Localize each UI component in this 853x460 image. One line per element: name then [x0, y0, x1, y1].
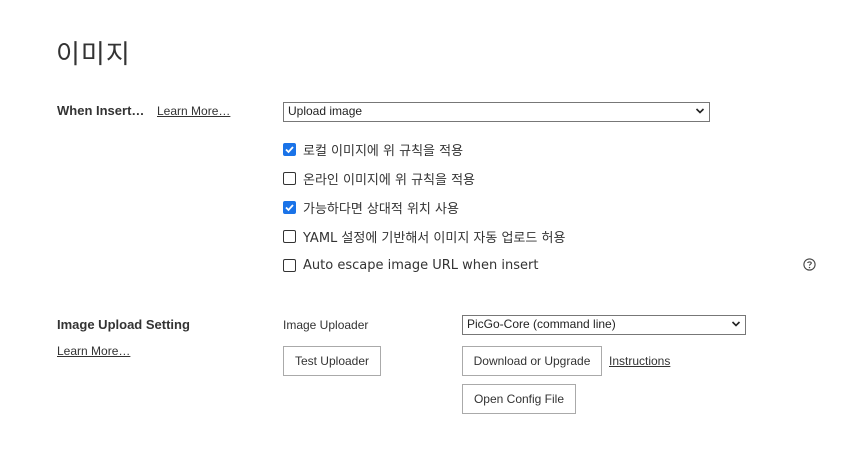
- checkbox-relative-path[interactable]: 가능하다면 상대적 위치 사용: [283, 198, 459, 217]
- check-icon: [285, 203, 294, 211]
- when-insert-select[interactable]: Upload image: [283, 102, 710, 122]
- checkbox-icon[interactable]: [283, 142, 296, 156]
- check-icon: [285, 145, 294, 153]
- download-upgrade-button[interactable]: Download or Upgrade: [462, 346, 602, 376]
- when-insert-label: When Insert…: [57, 103, 145, 118]
- test-uploader-button[interactable]: Test Uploader: [283, 346, 381, 376]
- checkbox-yaml-auto-upload[interactable]: YAML 설정에 기반해서 이미지 자동 업로드 허용: [283, 227, 566, 246]
- chevron-down-icon: [731, 321, 741, 327]
- checkbox-icon[interactable]: [283, 258, 296, 272]
- checkbox-label: 가능하다면 상대적 위치 사용: [303, 201, 459, 217]
- checkbox-label: YAML 설정에 기반해서 이미지 자동 업로드 허용: [303, 230, 566, 246]
- upload-setting-learn-more-link[interactable]: Learn More…: [57, 344, 130, 358]
- when-insert-select-value: Upload image: [288, 104, 363, 118]
- checkbox-icon[interactable]: [283, 229, 296, 243]
- checkbox-icon[interactable]: [283, 200, 296, 214]
- upload-setting-label: Image Upload Setting: [57, 317, 190, 332]
- checkbox-local-images[interactable]: 로컬 이미지에 위 규칙을 적용: [283, 140, 464, 159]
- chevron-down-icon: [695, 108, 705, 114]
- open-config-file-button[interactable]: Open Config File: [462, 384, 576, 414]
- checkbox-icon[interactable]: [283, 171, 296, 185]
- checkbox-online-images[interactable]: 온라인 이미지에 위 규칙을 적용: [283, 169, 476, 188]
- page-title: 이미지: [56, 40, 131, 70]
- image-uploader-label: Image Uploader: [283, 318, 369, 332]
- image-uploader-select-value: PicGo-Core (command line): [467, 317, 616, 331]
- checkbox-label: 로컬 이미지에 위 규칙을 적용: [303, 143, 464, 159]
- checkbox-label: Auto escape image URL when insert: [303, 257, 539, 273]
- image-uploader-select[interactable]: PicGo-Core (command line): [462, 315, 746, 335]
- checkbox-label: 온라인 이미지에 위 규칙을 적용: [303, 172, 476, 188]
- question-circle-icon[interactable]: [803, 258, 816, 271]
- checkbox-auto-escape-url[interactable]: Auto escape image URL when insert: [283, 256, 538, 274]
- instructions-link[interactable]: Instructions: [609, 354, 670, 368]
- when-insert-learn-more-link[interactable]: Learn More…: [157, 104, 230, 118]
